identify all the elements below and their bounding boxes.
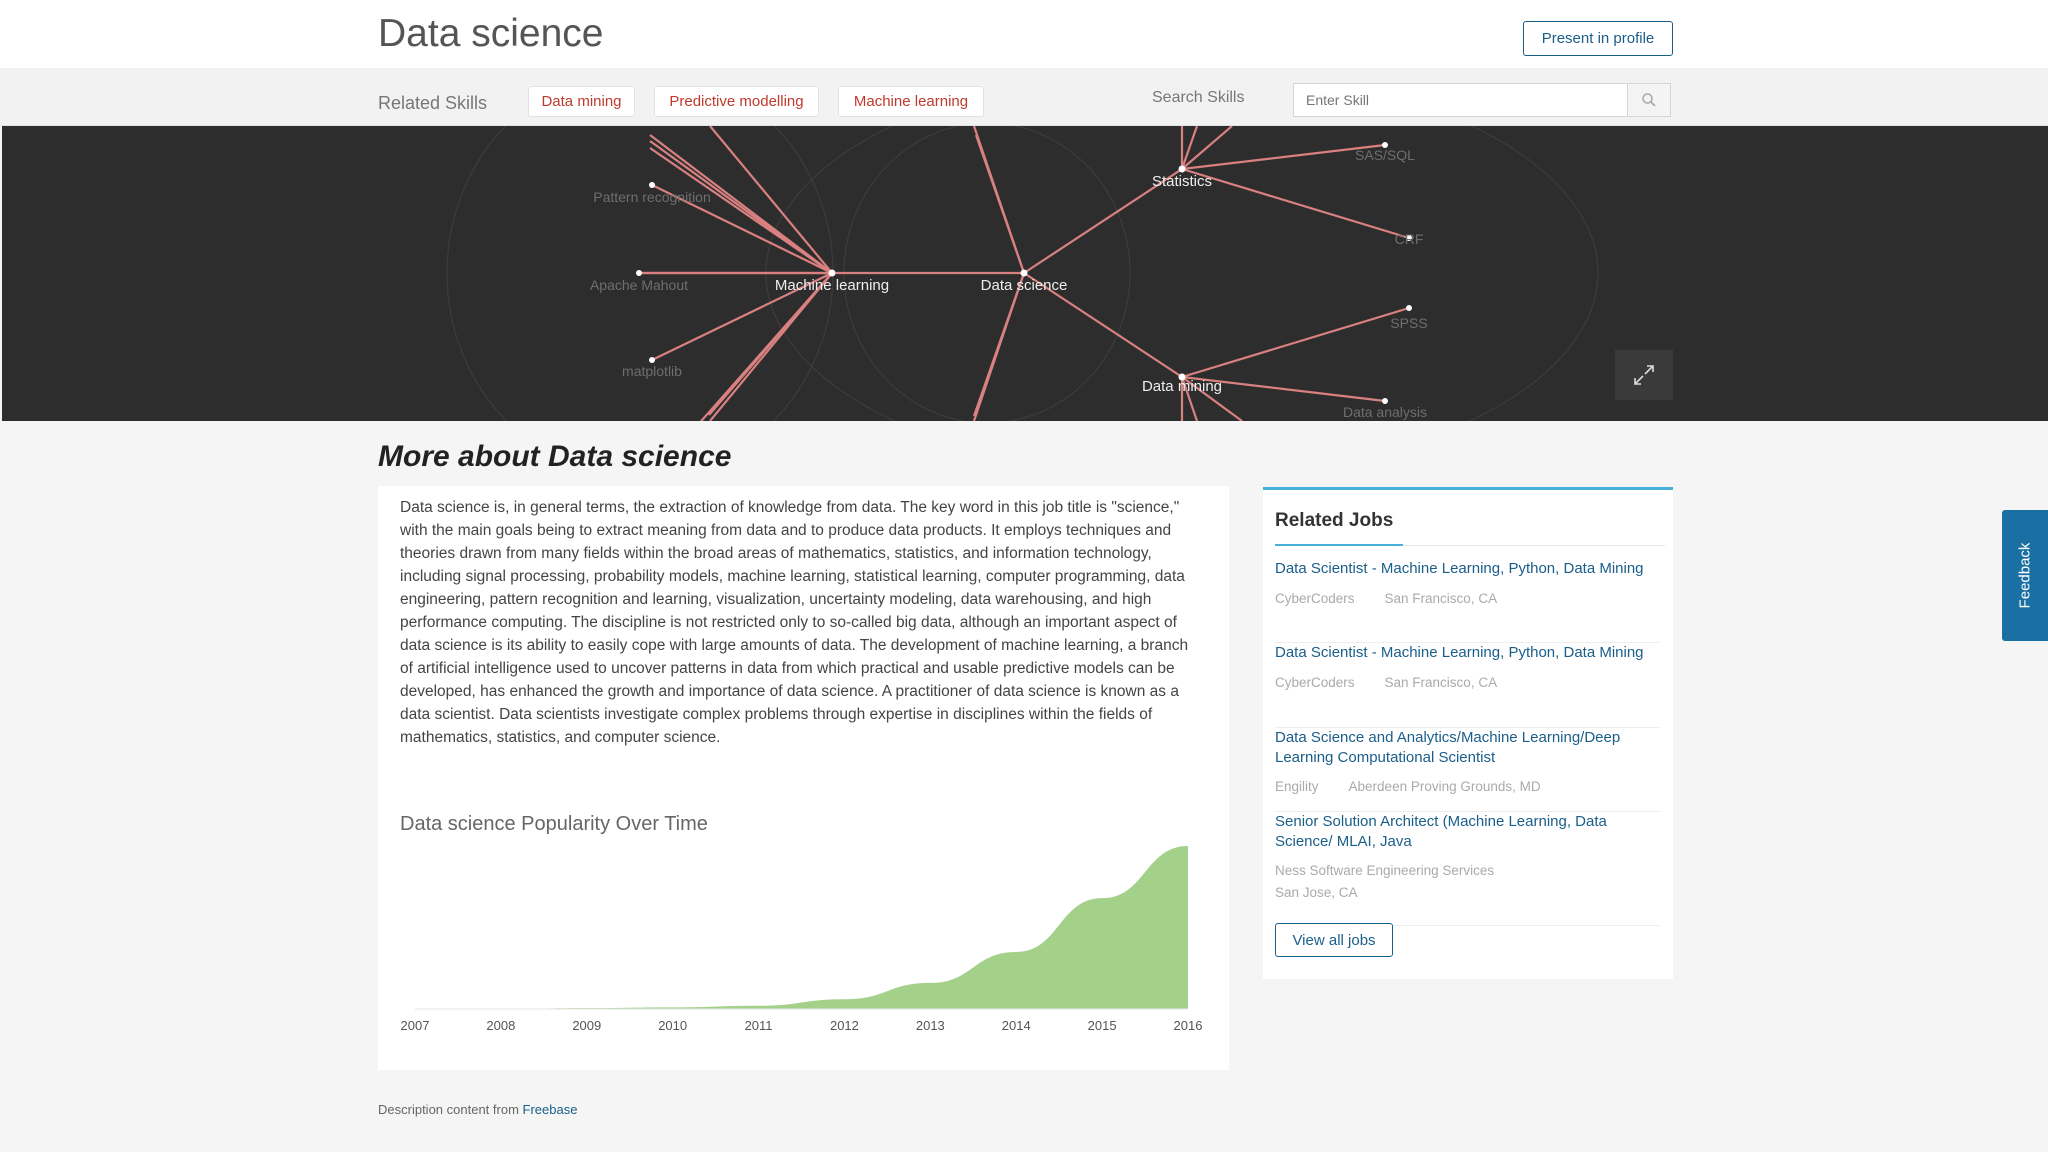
- graph-node-apache-mahout[interactable]: Apache Mahout: [590, 277, 688, 293]
- search-icon: [1642, 93, 1656, 107]
- feedback-tab[interactable]: Feedback: [2002, 510, 2048, 641]
- skill-graph[interactable]: Data science Machine learning Statistics…: [2, 126, 2048, 421]
- expand-icon: [1634, 365, 1654, 385]
- graph-node-center[interactable]: Data science: [981, 277, 1068, 294]
- x-tick-label: 2016: [1174, 1018, 1203, 1033]
- description-card: Data science is, in general terms, the e…: [378, 486, 1229, 1070]
- job-title-link[interactable]: Data Science and Analytics/Machine Learn…: [1275, 728, 1660, 767]
- job-location: Aberdeen Proving Grounds, MD: [1348, 779, 1541, 794]
- feedback-label: Feedback: [2016, 542, 2034, 609]
- present-in-profile-button[interactable]: Present in profile: [1523, 21, 1673, 56]
- related-skills-label: Related Skills: [378, 93, 488, 113]
- job-title-link[interactable]: Data Scientist - Machine Learning, Pytho…: [1275, 559, 1660, 579]
- freebase-link[interactable]: Freebase: [523, 1102, 578, 1117]
- chart-title: Data science Popularity Over Time: [400, 813, 708, 835]
- job-item: Data Science and Analytics/Machine Learn…: [1275, 728, 1660, 812]
- search-skills-label: Search Skills: [1152, 89, 1245, 106]
- job-title-link[interactable]: Data Scientist - Machine Learning, Pytho…: [1275, 643, 1660, 663]
- graph-node-crf[interactable]: CRF: [1395, 231, 1424, 247]
- job-location: San Jose, CA: [1275, 885, 1358, 900]
- graph-node-matplotlib[interactable]: matplotlib: [622, 363, 682, 379]
- job-item: Data Scientist - Machine Learning, Pytho…: [1275, 643, 1660, 728]
- skill-tag-machine-learning[interactable]: Machine learning: [838, 86, 984, 117]
- view-all-jobs-button[interactable]: View all jobs: [1275, 923, 1393, 957]
- x-tick-label: 2010: [658, 1018, 687, 1033]
- graph-node-data-mining[interactable]: Data mining: [1142, 378, 1222, 395]
- more-about-title: More about Data science: [378, 440, 732, 473]
- x-tick-label: 2008: [486, 1018, 515, 1033]
- related-jobs-card: Related Jobs Data Scientist - Machine Le…: [1263, 487, 1673, 979]
- job-location: San Francisco, CA: [1384, 590, 1498, 606]
- x-tick-label: 2012: [830, 1018, 859, 1033]
- x-tick-label: 2007: [401, 1018, 430, 1033]
- graph-node-sas-sql[interactable]: SAS/SQL: [1355, 147, 1415, 163]
- source-prefix: Description content from: [378, 1102, 523, 1117]
- x-tick-label: 2011: [745, 1018, 773, 1033]
- x-tick-label: 2013: [916, 1018, 945, 1033]
- job-title-link[interactable]: Senior Solution Architect (Machine Learn…: [1275, 812, 1660, 851]
- search-button[interactable]: [1627, 83, 1671, 117]
- x-tick-label: 2009: [572, 1018, 601, 1033]
- job-company: CyberCoders: [1275, 590, 1355, 606]
- graph-node-pattern-recognition[interactable]: Pattern recognition: [593, 189, 711, 205]
- job-location: San Francisco, CA: [1384, 674, 1498, 690]
- page-title: Data science: [378, 12, 604, 55]
- skill-tag-predictive-modelling[interactable]: Predictive modelling: [654, 86, 819, 117]
- popularity-area: [415, 846, 1188, 1009]
- skill-search-input[interactable]: [1293, 83, 1628, 117]
- x-tick-label: 2014: [1002, 1018, 1031, 1033]
- description-text: Data science is, in general terms, the e…: [400, 499, 1189, 746]
- jobs-divider-accent: [1275, 544, 1403, 546]
- related-jobs-title: Related Jobs: [1275, 510, 1394, 531]
- popularity-chart: 2007 2008 2009 2010 2011 2012 2013 2014 2015 2016: [401, 846, 1203, 1033]
- job-item: Senior Solution Architect (Machine Learn…: [1275, 812, 1660, 926]
- graph-node-data-analysis[interactable]: Data analysis: [1343, 404, 1427, 420]
- graph-node-spss[interactable]: SPSS: [1390, 315, 1427, 331]
- skills-bar: [0, 68, 2048, 126]
- job-company: Ness Software Engineering Services: [1275, 863, 1495, 878]
- graph-node-statistics[interactable]: Statistics: [1152, 173, 1212, 190]
- source-attribution: Description content from Freebase: [378, 1102, 577, 1117]
- x-tick-label: 2015: [1088, 1018, 1117, 1033]
- graph-node-machine-learning[interactable]: Machine learning: [775, 277, 889, 294]
- job-company: CyberCoders: [1275, 674, 1355, 690]
- job-item: Data Scientist - Machine Learning, Pytho…: [1275, 559, 1660, 643]
- job-company: Engility: [1275, 779, 1319, 794]
- top-header: [0, 0, 2048, 68]
- expand-graph-button[interactable]: [1615, 350, 1673, 400]
- skill-tag-data-mining[interactable]: Data mining: [528, 86, 635, 117]
